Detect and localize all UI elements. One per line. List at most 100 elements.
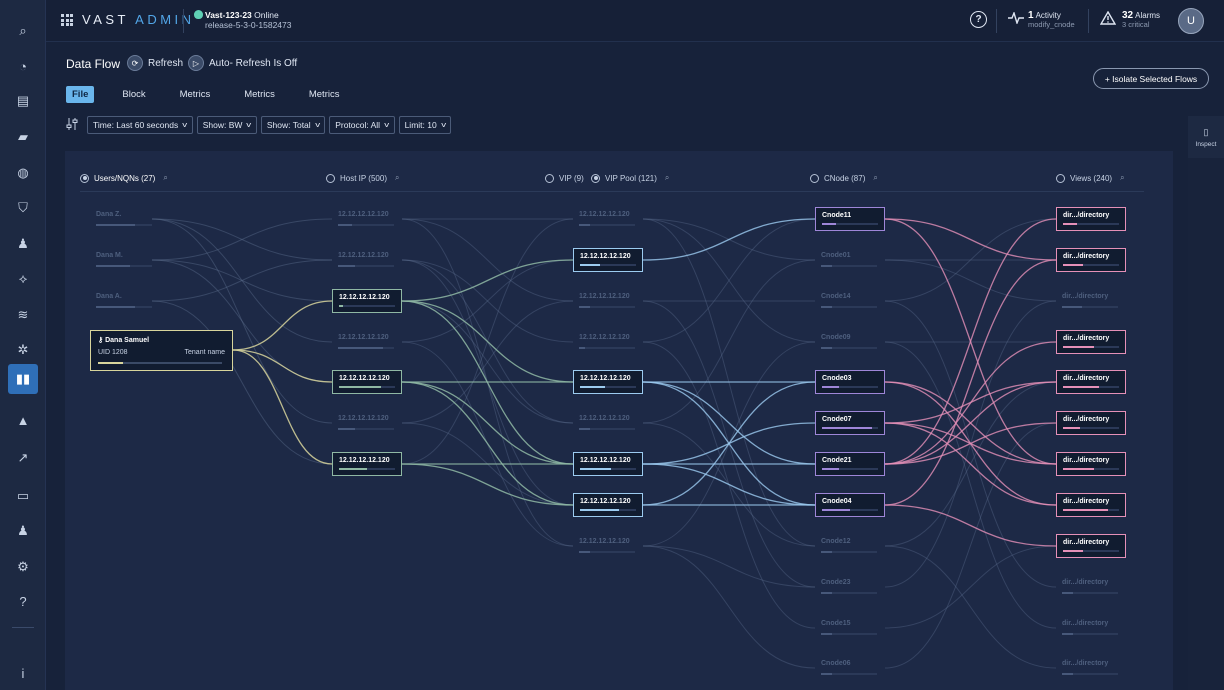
node-usage-bar [579,551,635,553]
cnode-node-1[interactable]: Cnode01 [815,248,885,272]
cnode-node-7[interactable]: Cnode04 [815,493,885,517]
settings-list-icon[interactable]: ✲ [8,335,38,365]
views-node-6[interactable]: dir.../directory [1056,452,1126,476]
views-node-0[interactable]: dir.../directory [1056,207,1126,231]
hostip-node-0[interactable]: 12.12.12.12.120 [332,207,402,231]
vippool-node-4[interactable]: 12.12.12.12.120 [573,370,643,394]
cnode-node-6[interactable]: Cnode21 [815,452,885,476]
vippool-node-5[interactable]: 12.12.12.12.120 [573,411,643,435]
cnode-node-10[interactable]: Cnode15 [815,616,885,640]
node-usage-bar [821,551,877,553]
views-node-3[interactable]: dir.../directory [1056,330,1126,354]
tab-metrics-3[interactable]: Metrics [238,86,281,103]
tab-metrics-2[interactable]: Metrics [174,86,217,103]
column-views[interactable]: Views (240) ⌕ [1056,172,1125,184]
vippool-node-1[interactable]: 12.12.12.12.120 [573,248,643,272]
cnode-node-8[interactable]: Cnode12 [815,534,885,558]
hostip-node-5[interactable]: 12.12.12.12.120 [332,411,402,435]
node-label: dir.../directory [1063,212,1110,219]
vippool-node-8[interactable]: 12.12.12.12.120 [573,534,643,558]
hostip-node-2[interactable]: 12.12.12.12.120 [332,289,402,313]
views-node-11[interactable]: dir.../directory [1056,656,1126,680]
sliders-icon[interactable] [66,117,80,133]
drive-icon[interactable]: ▭ [8,481,38,511]
filter-select-2[interactable]: Show: Total v [260,116,326,134]
user-settings-icon[interactable]: ♟ [8,516,38,546]
views-node-1[interactable]: dir.../directory [1056,248,1126,272]
column-vippool[interactable]: VIP Pool (121) ⌕ [591,172,669,184]
users-icon[interactable]: ♟ [8,229,38,259]
users-node-0[interactable]: Dana Z. [90,207,152,231]
analytics-icon[interactable]: ▮▮ [8,364,38,394]
cnode-node-9[interactable]: Cnode23 [815,575,885,599]
cnode-node-11[interactable]: Cnode06 [815,656,885,680]
column-vip[interactable]: VIP (9) [545,172,584,184]
hostip-node-4[interactable]: 12.12.12.12.120 [332,370,402,394]
brand-logo[interactable]: VAST ADMIN [82,12,195,27]
filter-select-1[interactable]: Show: BW v [196,116,257,134]
cnode-node-2[interactable]: Cnode14 [815,289,885,313]
network-icon[interactable]: ⟡ [8,264,38,294]
node-label: dir.../directory [1062,620,1109,627]
vippool-node-3[interactable]: 12.12.12.12.120 [573,330,643,354]
filter-select-3[interactable]: Protocol: All v [329,116,395,134]
activity-pulse-icon [1008,12,1024,24]
views-node-9[interactable]: dir.../directory [1056,575,1126,599]
users-node-2[interactable]: Dana A. [90,289,152,313]
users-node-1[interactable]: Dana M. [90,248,152,272]
database-icon[interactable]: ≋ [8,300,38,330]
column-hostip[interactable]: Host IP (500) ⌕ [326,172,399,184]
tab-block-1[interactable]: Block [116,86,151,103]
cnode-node-4[interactable]: Cnode03 [815,370,885,394]
cluster-status[interactable]: Vast-123-23 Online release-5-3-0-1582473 [194,10,291,30]
user-avatar[interactable]: U [1178,8,1204,34]
globe-icon[interactable]: ◍ [8,158,38,188]
views-node-4[interactable]: dir.../directory [1056,370,1126,394]
inspect-button[interactable]: ▯ Inspect [1188,116,1224,158]
alarms-indicator[interactable]: 32 Alarms 3 critical [1100,11,1160,29]
column-cnode[interactable]: CNode (87) ⌕ [810,172,878,184]
node-label: Cnode12 [821,538,851,545]
alert-icon[interactable]: ▲ [8,405,38,435]
servers-icon[interactable]: ▤ [8,86,38,116]
views-node-8[interactable]: dir.../directory [1056,534,1126,558]
vippool-node-7[interactable]: 12.12.12.12.120 [573,493,643,517]
hostip-node-1[interactable]: 12.12.12.12.120 [332,248,402,272]
filter-bar: Time: Last 60 seconds v Show: BW v Show: Tot… [66,116,455,134]
hostip-node-6[interactable]: 12.12.12.12.120 [332,452,402,476]
vippool-node-6[interactable]: 12.12.12.12.120 [573,452,643,476]
tab-file-0[interactable]: File [66,86,95,103]
node-usage-bar [821,673,877,675]
node-label: Dana A. [96,293,122,300]
dashboard-icon[interactable]: ◔ [8,51,38,81]
folders-icon[interactable]: ▰ [8,122,38,152]
tab-metrics-4[interactable]: Metrics [303,86,346,103]
help-icon[interactable]: ? [8,586,38,616]
hostip-node-3[interactable]: 12.12.12.12.120 [332,330,402,354]
vippool-node-0[interactable]: 12.12.12.12.120 [573,207,643,231]
cnode-node-5[interactable]: Cnode07 [815,411,885,435]
search-icon[interactable]: ⌕ [8,16,38,46]
auto-refresh-toggle[interactable]: ▷ Auto- Refresh Is Off [188,55,297,71]
shield-icon[interactable]: ⛉ [8,193,38,223]
views-node-10[interactable]: dir.../directory [1056,616,1126,640]
gear-icon[interactable]: ⚙ [8,552,38,582]
app-grid-icon[interactable] [61,14,73,26]
filter-select-0[interactable]: Time: Last 60 seconds v [87,116,193,134]
views-node-2[interactable]: dir.../directory [1056,289,1126,313]
info-icon[interactable]: i [8,658,38,688]
views-node-5[interactable]: dir.../directory [1056,411,1126,435]
activity-indicator[interactable]: 1 Activity modify_cnode [1008,11,1075,29]
refresh-button[interactable]: ⟳ Refresh [127,55,183,71]
cnode-node-0[interactable]: Cnode11 [815,207,885,231]
cnode-node-3[interactable]: Cnode09 [815,330,885,354]
isolate-selected-flows-button[interactable]: + Isolate Selected Flows [1093,68,1209,89]
views-node-7[interactable]: dir.../directory [1056,493,1126,517]
chevron-down-icon: v [384,121,390,129]
help-circle-icon[interactable]: ? [970,11,987,28]
selected-user-card[interactable]: ⚷ Dana Samuel UID 1208 Tenant name [90,330,233,371]
column-users[interactable]: Users/NQNs (27) ⌕ [80,172,168,184]
filter-select-4[interactable]: Limit: 10 v [398,116,452,134]
trend-icon[interactable]: ↗ [8,443,38,473]
vippool-node-2[interactable]: 12.12.12.12.120 [573,289,643,313]
